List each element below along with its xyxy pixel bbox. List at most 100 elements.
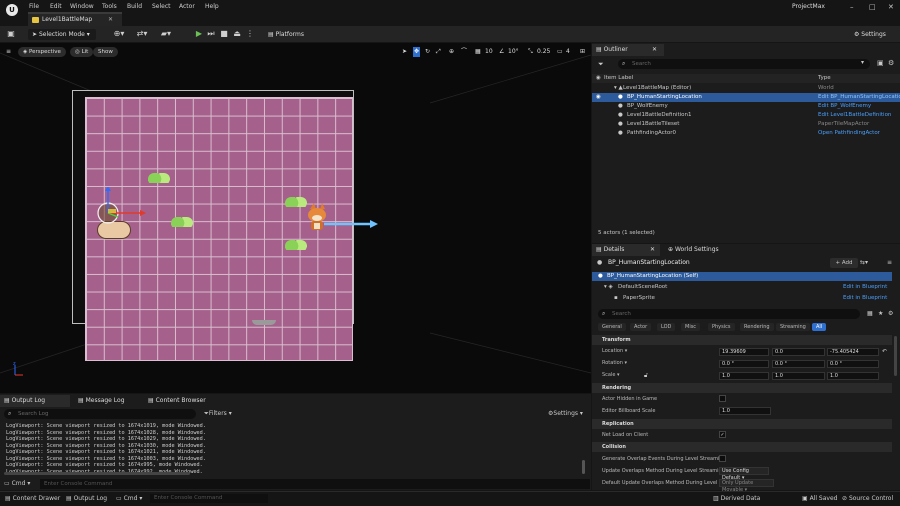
filter-all[interactable]: All (812, 323, 827, 331)
details-settings-icon[interactable]: ⚙ (888, 310, 893, 317)
filter-icon[interactable]: ⏷ (598, 60, 604, 69)
log-scrollbar[interactable] (582, 460, 585, 474)
tab-close-icon[interactable]: ✕ (108, 16, 113, 23)
component-row[interactable]: ▾ ◈ DefaultSceneRoot Edit in Blueprint (592, 283, 892, 292)
details-menu-icon[interactable]: ≡ (887, 259, 892, 266)
outliner-close-icon[interactable]: ✕ (652, 44, 657, 56)
selection-mode-dropdown[interactable]: ➤ Selection Mode ▾ (28, 29, 96, 40)
filter-general[interactable]: General (598, 323, 626, 331)
save-icon[interactable]: ▣ (6, 29, 16, 38)
settings-dropdown[interactable]: ⚙ Settings ▾ (850, 29, 894, 49)
replication-section[interactable]: Replication (592, 419, 892, 429)
derived-data-button[interactable]: ▥ Derived Data (713, 495, 760, 502)
menu-build[interactable]: Build (127, 3, 142, 10)
eject-icon[interactable]: ⏏ (232, 29, 242, 38)
rendering-section[interactable]: Rendering (592, 383, 892, 393)
outliner-row[interactable]: ● Level1BattleTileset PaperTileMapActor (592, 120, 900, 129)
grass-tile[interactable] (148, 173, 170, 183)
message-log-tab[interactable]: ▤ Message Log (74, 395, 140, 407)
cinematics-icon[interactable]: ▰▾ (159, 29, 173, 38)
filter-lod[interactable]: LOD (657, 323, 676, 331)
visibility-eye-icon[interactable]: ◉ (596, 93, 601, 102)
cmd-dropdown[interactable]: ▭ Cmd ▾ (4, 480, 30, 487)
console-input[interactable]: Enter Console Command (40, 479, 590, 489)
filter-rendering[interactable]: Rendering (740, 323, 774, 331)
level-viewport[interactable]: ≡ ◈ Perspective ◎ Lit Show ➤ ✥ ↻ ⤢ ⊕ ⌒ ▦… (0, 43, 591, 393)
minimize-button[interactable]: – (850, 3, 854, 11)
row-type[interactable]: Open PathfindingActor (818, 129, 880, 138)
property-matrix-icon[interactable]: ▦ (867, 310, 873, 317)
col-type[interactable]: Type (818, 74, 831, 83)
collision-section[interactable]: Collision (592, 442, 892, 452)
filter-misc[interactable]: Misc (681, 323, 701, 331)
blueprint-icon[interactable]: ⇄▾ (135, 29, 149, 38)
outliner-row[interactable]: ▾ ▲ Level1BattleMap (Editor) World (592, 84, 900, 93)
add-component-button[interactable]: + Add (830, 258, 858, 268)
menu-actor[interactable]: Actor (179, 3, 195, 10)
add-actor-icon[interactable]: ⊕▾ (112, 29, 126, 38)
scale-dropdown[interactable]: Scale ▾ (602, 372, 620, 378)
grass-tile[interactable] (171, 217, 193, 227)
log-horizontal-scrollbar[interactable] (4, 472, 190, 475)
filter-streaming[interactable]: Streaming (776, 323, 810, 331)
outliner-search-input[interactable]: ⌕ Search (618, 59, 870, 69)
component-row[interactable]: ▪ PaperSprite Edit in Blueprint (592, 294, 892, 303)
rotation-y-field[interactable]: 0.0 ° (772, 360, 825, 368)
scale-y-field[interactable]: 1.0 (772, 372, 825, 380)
transform-gizmo[interactable] (88, 187, 148, 237)
source-control-button[interactable]: ⊘ Source Control (842, 495, 893, 502)
outliner-tab[interactable]: ▤ Outliner ✕ (592, 44, 664, 56)
favorite-star-icon[interactable]: ★ (878, 310, 883, 317)
overlap-events-checkbox[interactable] (719, 455, 726, 462)
menu-tools[interactable]: Tools (102, 3, 117, 10)
blueprint-options-icon[interactable]: ⇆▾ (860, 259, 868, 266)
actor-hidden-checkbox[interactable] (719, 395, 726, 402)
details-search-input[interactable]: ⌕ Search (598, 309, 860, 319)
rotation-x-field[interactable]: 0.0 ° (719, 360, 769, 368)
unreal-logo-icon[interactable]: U (6, 4, 18, 16)
eye-icon[interactable]: ◉ (596, 74, 601, 83)
grass-tile[interactable] (285, 240, 307, 250)
filter-actor[interactable]: Actor (630, 323, 652, 331)
status-console-input[interactable]: Enter Console Command (150, 494, 268, 503)
net-load-checkbox[interactable]: ✓ (719, 431, 726, 438)
default-update-dropdown[interactable]: Only Update Movable ▾ (719, 479, 774, 493)
outliner-row[interactable]: ● PathfindingActor0 Open PathfindingActo… (592, 129, 900, 138)
location-z-field[interactable]: -75.405424 (827, 348, 879, 356)
close-window-button[interactable]: ✕ (888, 3, 894, 11)
col-item-label[interactable]: Item Label (604, 74, 633, 83)
outliner-row[interactable]: ● Level1BattleDefinition1 Edit Level1Bat… (592, 111, 900, 120)
outliner-row[interactable]: ● BP_WolfEnemy Edit BP_WolfEnemy (592, 102, 900, 111)
output-log-button[interactable]: ▤ Output Log (66, 495, 107, 502)
reset-icon[interactable]: ↶ (882, 348, 887, 355)
stop-icon[interactable]: ■ (219, 29, 229, 38)
location-y-field[interactable]: 0.0 (772, 348, 825, 356)
location-x-field[interactable]: 19.39609 (719, 348, 769, 356)
menu-help[interactable]: Help (205, 3, 219, 10)
edit-in-blueprint-link[interactable]: Edit in Blueprint (843, 283, 887, 292)
transform-section[interactable]: Transform (592, 335, 892, 345)
details-scrollbar[interactable] (894, 336, 897, 376)
filter-physics[interactable]: Physics (708, 323, 735, 331)
step-icon[interactable]: ⏭ (206, 29, 216, 38)
outliner-settings-icon[interactable]: ⚙ (888, 59, 894, 67)
rotation-z-field[interactable]: 0.0 ° (827, 360, 879, 368)
row-type[interactable]: Edit BP_WolfEnemy (818, 102, 871, 111)
edit-in-blueprint-link[interactable]: Edit in Blueprint (843, 294, 887, 303)
component-row[interactable]: ● BP_HumanStartingLocation (Self) (592, 272, 892, 281)
menu-window[interactable]: Window (70, 3, 94, 10)
outliner-row[interactable]: ◉ ● BP_HumanStartingLocation Edit BP_Hum… (592, 93, 900, 102)
play-options-icon[interactable]: ⋮ (245, 29, 255, 38)
filters-dropdown[interactable]: ⏷Filters ▾ (204, 410, 232, 418)
content-browser-tab[interactable]: ▤ Content Browser (144, 395, 222, 407)
update-overlap-dropdown[interactable]: Use Config Default ▾ (719, 467, 769, 481)
level-tab[interactable]: Level1BattleMap ✕ (28, 12, 122, 26)
menu-edit[interactable]: Edit (50, 3, 62, 10)
maximize-button[interactable]: □ (869, 3, 876, 11)
content-drawer-button[interactable]: ▤ Content Drawer (5, 495, 60, 502)
cmd-button[interactable]: ▭ Cmd ▾ (116, 495, 142, 502)
log-settings-dropdown[interactable]: ⚙Settings ▾ (548, 410, 583, 417)
all-saved-button[interactable]: ▣ All Saved (802, 495, 837, 502)
scale-z-field[interactable]: 1.0 (827, 372, 879, 380)
platforms-dropdown[interactable]: ▤ Platforms ▾ (264, 29, 312, 49)
